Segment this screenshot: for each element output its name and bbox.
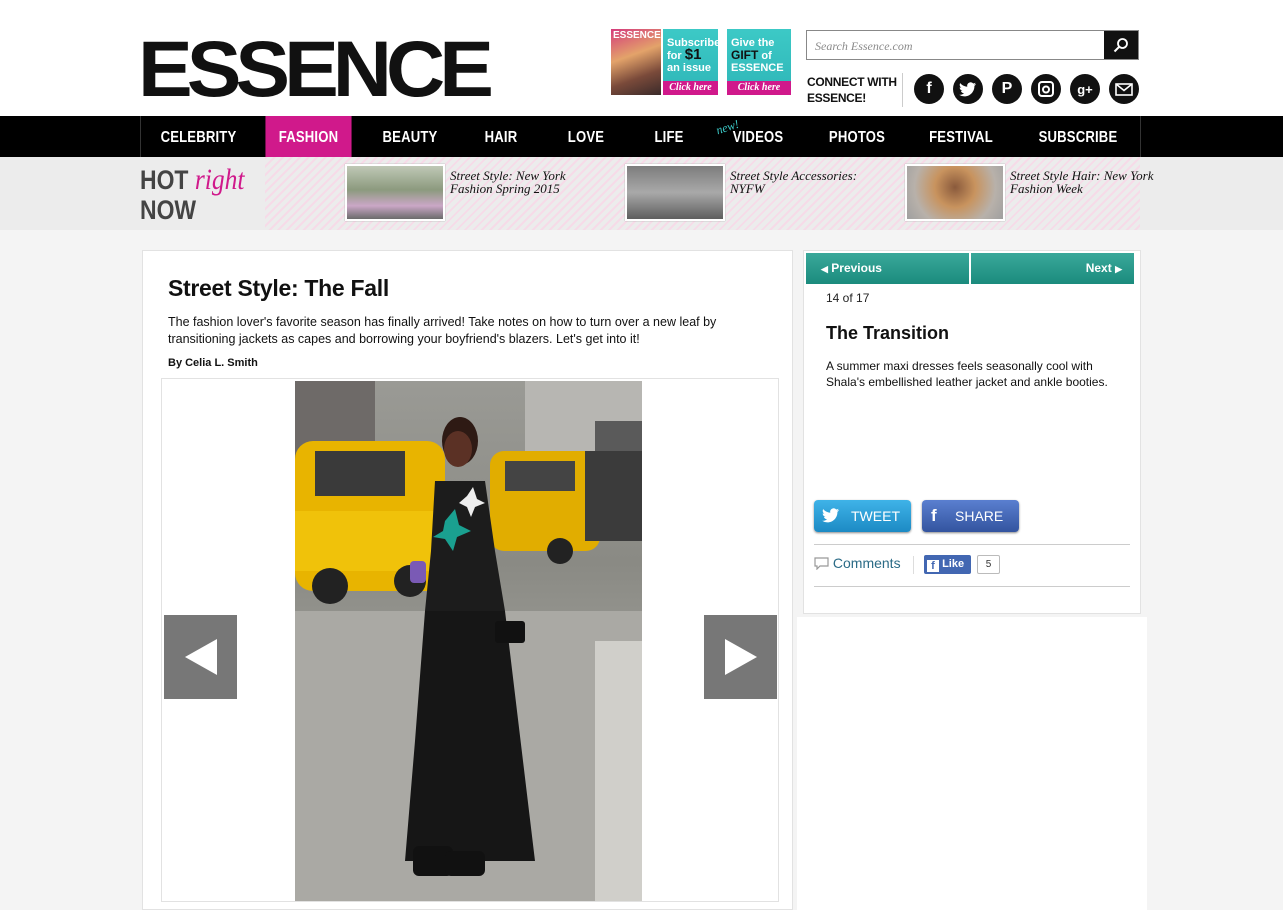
nav-item-celebrity[interactable]: CELEBRITY <box>151 116 245 157</box>
nav-item-photos[interactable]: PHOTOS <box>816 116 898 157</box>
promo-gift-line3: of <box>761 50 772 62</box>
promo-price: $1 <box>684 46 702 63</box>
email-icon[interactable] <box>1109 74 1139 104</box>
search-button[interactable] <box>1104 31 1138 59</box>
now-word: NOW <box>140 195 197 225</box>
gallery-next-arrow[interactable] <box>704 615 777 699</box>
facebook-icon: f <box>927 560 939 572</box>
search-icon <box>1113 38 1128 53</box>
slide-description: A summer maxi dresses feels seasonally c… <box>826 359 1108 389</box>
article-byline: By Celia L. Smith <box>168 357 258 369</box>
hot-word: HOT <box>140 165 189 195</box>
nav-item-life[interactable]: LIFE <box>636 116 702 157</box>
previous-button[interactable]: ◀ Previous <box>806 253 969 284</box>
promo-subscribe-cta[interactable]: Click here <box>663 81 718 95</box>
tweet-label: TWEET <box>851 508 900 524</box>
main-nav: CELEBRITY FASHION BEAUTY HAIR LOVE LIFE … <box>0 116 1283 157</box>
tweet-button[interactable]: TWEET <box>814 500 911 532</box>
slide-info-panel: ◀ Previous Next ▶ 14 of 17 The Transitio… <box>803 250 1141 614</box>
article-dek: The fashion lover's favorite season has … <box>168 315 717 346</box>
instagram-icon[interactable] <box>1031 74 1061 104</box>
hot-item[interactable]: Street Style Hair: New York Fashion Week <box>905 164 1170 222</box>
twitter-icon[interactable] <box>953 74 983 104</box>
divider <box>913 556 914 574</box>
nav-item-subscribe[interactable]: SUBSCRIBE <box>1026 116 1129 157</box>
nav-divider <box>1140 116 1141 157</box>
connect-divider <box>902 73 903 107</box>
magazine-cover-thumbnail[interactable]: ESSENCE <box>611 29 661 95</box>
connect-line1: CONNECT WITH <box>807 75 897 89</box>
article-title: Street Style: The Fall <box>168 275 389 301</box>
nav-item-love[interactable]: LOVE <box>551 116 622 157</box>
street-style-photo <box>295 381 642 901</box>
connect-line2: ESSENCE! <box>807 91 866 105</box>
connect-label: CONNECT WITH ESSENCE! <box>807 74 902 106</box>
article-panel: Street Style: The Fall The fashion lover… <box>142 250 793 910</box>
promo-gift-line4: ESSENCE <box>731 62 784 74</box>
comments-label: Comments <box>832 555 901 571</box>
promo-gift-line2: GIFT <box>731 48 759 62</box>
gallery-prev-arrow[interactable] <box>164 615 237 699</box>
twitter-icon <box>822 508 839 523</box>
hot-item-thumbnail[interactable] <box>905 164 1005 221</box>
hot-item[interactable]: Street Style Accessories: NYFW <box>625 164 890 222</box>
nav-item-festival[interactable]: FESTIVAL <box>917 116 1006 157</box>
gift-promo[interactable]: Give the GIFT of ESSENCE Click here <box>727 29 791 95</box>
facebook-icon: f <box>931 506 937 525</box>
nav-item-beauty[interactable]: BEAUTY <box>370 116 450 157</box>
promo-gift-cta[interactable]: Click here <box>727 81 791 95</box>
next-button[interactable]: Next ▶ <box>971 253 1134 284</box>
hot-item-caption[interactable]: Street Style Hair: New York Fashion Week <box>1010 169 1170 195</box>
like-count: 5 <box>977 555 1000 574</box>
right-word: right <box>194 163 245 196</box>
right-arrow-icon <box>724 639 757 675</box>
nav-divider <box>140 116 141 157</box>
facebook-icon[interactable]: f <box>914 74 944 104</box>
google-plus-icon[interactable]: g+ <box>1070 74 1100 104</box>
hot-item-caption[interactable]: Street Style: New York Fashion Spring 20… <box>450 169 610 195</box>
search-input[interactable] <box>815 36 1095 56</box>
site-header: ESSENCE ESSENCE Subscribe for $1 an issu… <box>0 0 1283 116</box>
hot-item[interactable]: Street Style: New York Fashion Spring 20… <box>345 164 610 222</box>
hot-item-thumbnail[interactable] <box>625 164 725 221</box>
ad-space <box>797 617 1147 910</box>
previous-label: Previous <box>831 261 882 275</box>
slide-counter: 14 of 17 <box>826 291 870 305</box>
search-box <box>806 30 1139 60</box>
hot-right-now-title: HOT right NOW <box>140 163 245 226</box>
next-label: Next <box>1085 261 1112 275</box>
comments-link[interactable]: Comments <box>814 555 901 571</box>
speech-bubble-icon <box>814 557 829 571</box>
nav-item-fashion[interactable]: FASHION <box>265 116 352 157</box>
hot-right-now-bar: HOT right NOW Street Style: New York Fas… <box>0 157 1283 230</box>
promo-subscribe-line3: an issue <box>667 62 712 74</box>
essence-logo[interactable]: ESSENCE <box>138 27 494 112</box>
cover-label: ESSENCE <box>613 30 661 41</box>
hot-item-caption[interactable]: Street Style Accessories: NYFW <box>730 169 890 195</box>
gallery-photo <box>295 381 642 901</box>
photo-gallery <box>161 378 779 902</box>
divider <box>814 586 1130 587</box>
like-label: Like <box>942 558 965 570</box>
nav-item-hair[interactable]: HAIR <box>467 116 536 157</box>
left-arrow-icon <box>184 639 217 675</box>
share-label: SHARE <box>955 508 1004 524</box>
hot-item-thumbnail[interactable] <box>345 164 445 221</box>
caret-left-icon: ◀ <box>821 264 828 274</box>
like-button[interactable]: f Like <box>924 555 971 574</box>
divider <box>814 544 1130 545</box>
promo-subscribe-line2: for <box>667 50 682 62</box>
share-button[interactable]: f SHARE <box>922 500 1019 532</box>
pinterest-icon[interactable]: P <box>992 74 1022 104</box>
slide-title: The Transition <box>826 323 950 343</box>
subscribe-promo[interactable]: Subscribe for $1 an issue Click here <box>663 29 720 95</box>
caret-right-icon: ▶ <box>1115 264 1122 274</box>
